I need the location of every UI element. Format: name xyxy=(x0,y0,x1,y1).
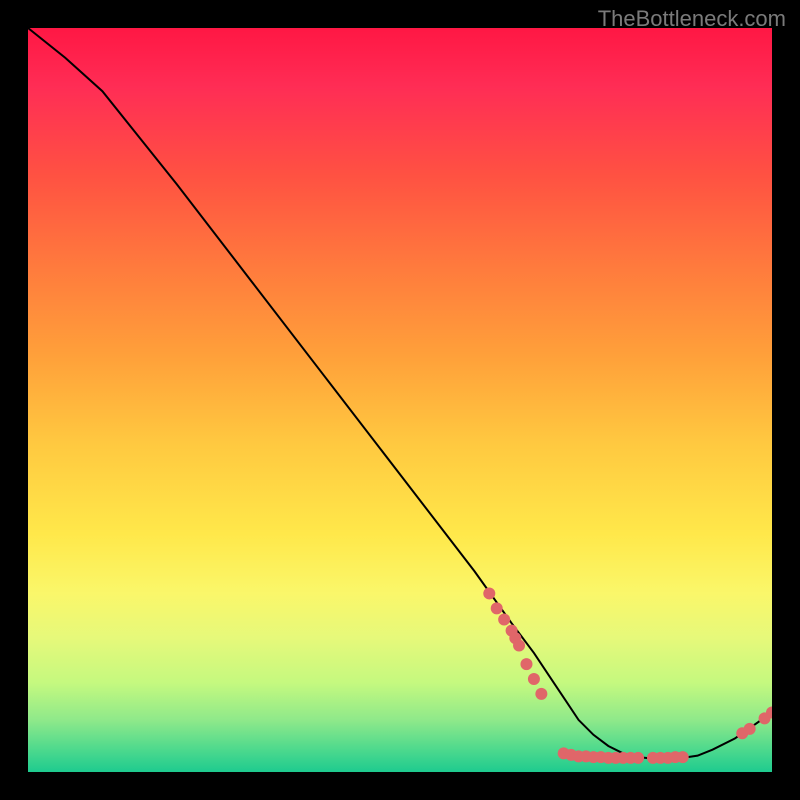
data-marker xyxy=(744,723,756,735)
data-marker xyxy=(632,752,644,764)
watermark-text: TheBottleneck.com xyxy=(598,6,786,32)
data-marker xyxy=(513,640,525,652)
data-marker xyxy=(677,751,689,763)
curve-line xyxy=(28,28,772,759)
data-marker xyxy=(535,688,547,700)
data-marker xyxy=(528,673,540,685)
marker-series xyxy=(483,587,772,763)
data-marker xyxy=(483,587,495,599)
line-series xyxy=(28,28,772,759)
data-marker xyxy=(520,658,532,670)
chart-plot xyxy=(28,28,772,772)
data-marker xyxy=(498,613,510,625)
data-marker xyxy=(491,602,503,614)
